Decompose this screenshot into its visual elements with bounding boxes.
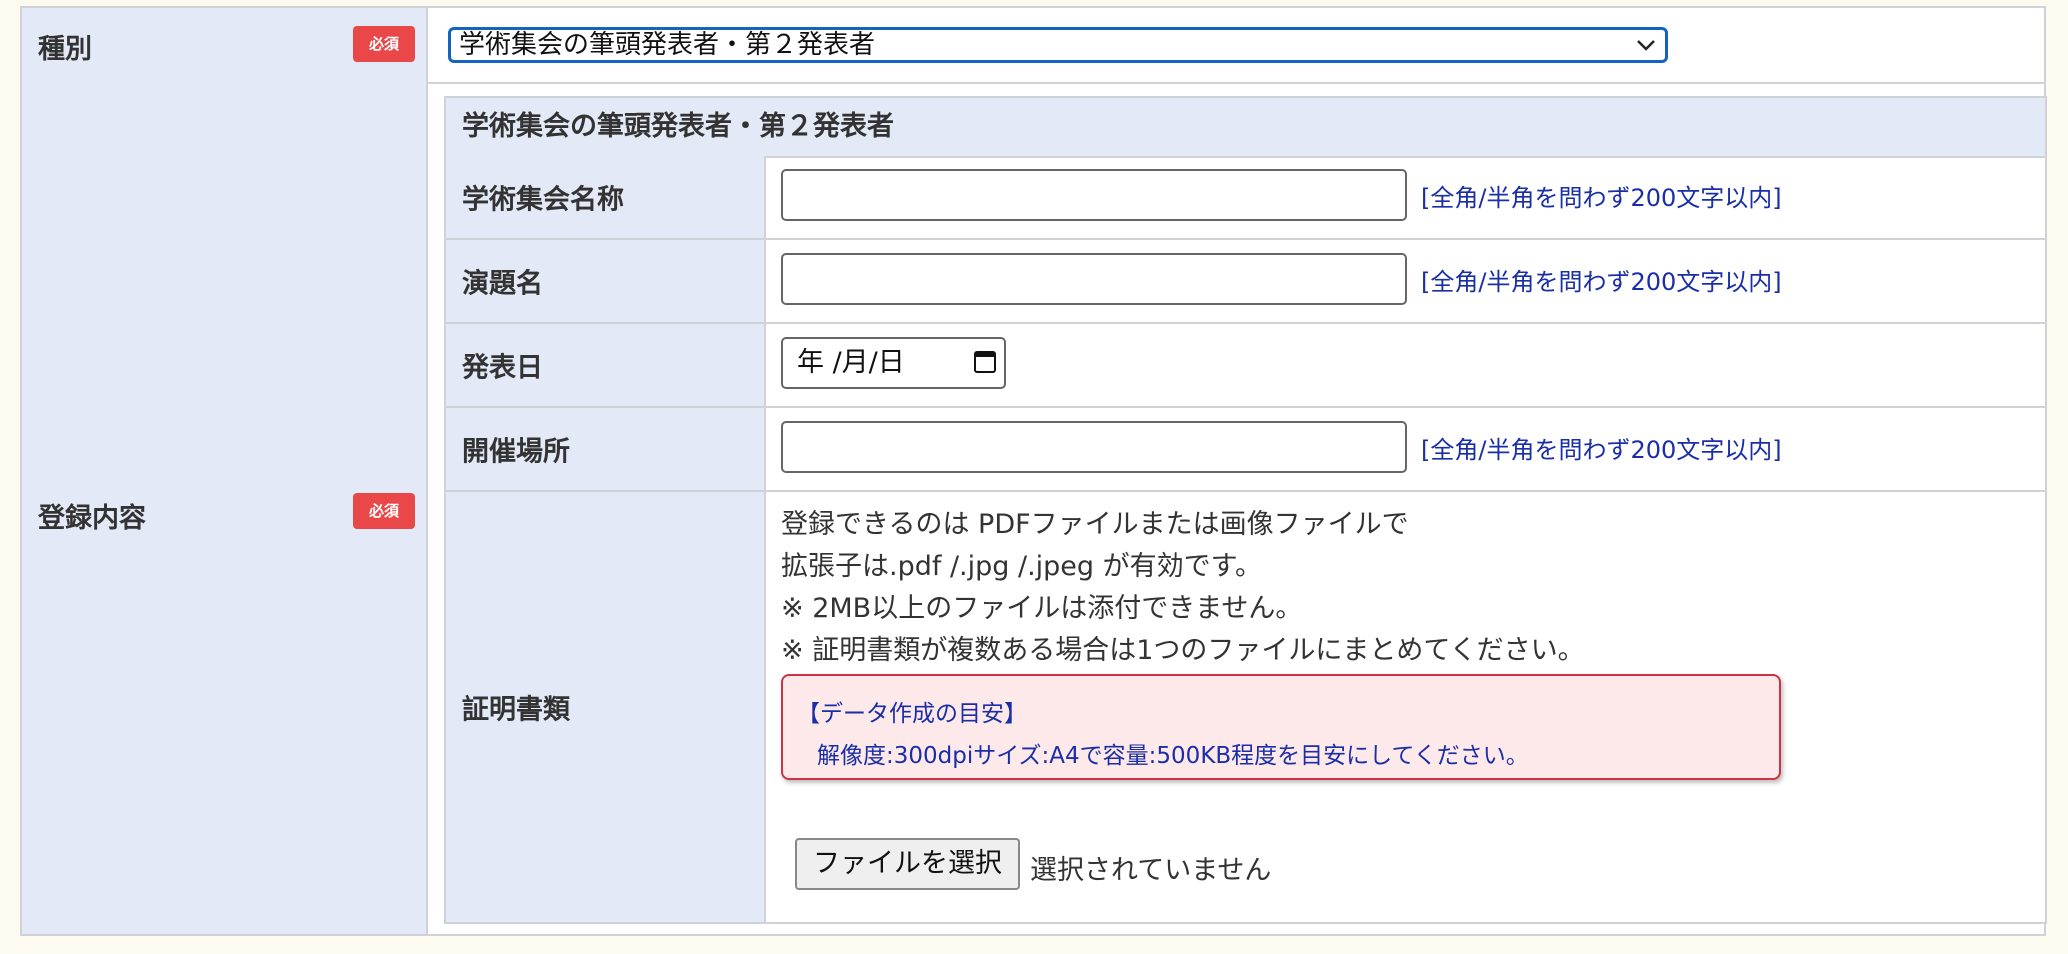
venue-row: 開催場所 [全角/半角を問わず200文字以内] [446, 408, 2045, 492]
title-hint: [全角/半角を問わず200文字以内] [1421, 268, 1782, 296]
description-line: 拡張子は.pdf /.jpg /.jpeg が有効です。 [781, 551, 1262, 582]
meeting-name-input[interactable] [781, 169, 1407, 221]
date-label: 発表日 [446, 324, 766, 406]
certificate-description: 登録できるのは PDFファイルまたは画像ファイルで 拡張子は.pdf /.jpg… [781, 504, 1585, 672]
section-title: 学術集会の筆頭発表者・第２発表者 [446, 98, 2045, 158]
venue-hint: [全角/半角を問わず200文字以内] [1421, 436, 1782, 464]
certificate-row: 証明書類 登録できるのは PDFファイルまたは画像ファイルで 拡張子は.pdf … [446, 492, 2045, 922]
certificate-label: 証明書類 [446, 492, 766, 922]
meeting-name-label: 学術集会名称 [446, 156, 766, 238]
type-label: 種別 [38, 34, 92, 65]
title-input[interactable] [781, 253, 1407, 305]
description-line: ※ 2MB以上のファイルは添付できません。 [781, 593, 1303, 624]
title-label: 演題名 [446, 240, 766, 322]
meeting-name-label-text: 学術集会名称 [462, 184, 624, 216]
content-table: 学術集会の筆頭発表者・第２発表者 学術集会名称 [全角/半角を問わず200文字以… [444, 96, 2047, 924]
type-select-value: 学術集会の筆頭発表者・第２発表者 [459, 30, 876, 60]
content-row: 登録内容 必須 学術集会の筆頭発表者・第２発表者 学術集会名称 [全角/半角を問… [22, 82, 2047, 934]
venue-input[interactable] [781, 421, 1407, 473]
title-label-text: 演題名 [462, 268, 543, 300]
file-status: 選択されていません [1030, 855, 1272, 886]
date-input[interactable]: 年 /月/日 [781, 337, 1006, 389]
calendar-icon[interactable] [974, 351, 996, 373]
required-badge: 必須 [353, 26, 415, 62]
required-badge: 必須 [353, 493, 415, 529]
type-label-cell: 種別 必須 [22, 8, 428, 82]
date-row: 発表日 年 /月/日 [446, 324, 2045, 408]
chevron-down-icon [1635, 30, 1657, 69]
certificate-label-text: 証明書類 [462, 694, 570, 726]
type-row: 種別 必須 学術集会の筆頭発表者・第２発表者 [22, 8, 2044, 84]
date-placeholder: 年 /月/日 [797, 347, 905, 378]
description-line: ※ 証明書類が複数ある場合は1つのファイルにまとめてください。 [781, 635, 1585, 666]
meeting-name-hint: [全角/半角を問わず200文字以内] [1421, 184, 1782, 212]
title-row: 演題名 [全角/半角を問わず200文字以内] [446, 240, 2045, 324]
venue-label: 開催場所 [446, 408, 766, 490]
venue-label-text: 開催場所 [462, 436, 570, 468]
description-line: 登録できるのは PDFファイルまたは画像ファイルで [781, 509, 1409, 540]
meeting-name-row: 学術集会名称 [全角/半角を問わず200文字以内] [446, 156, 2045, 240]
type-select[interactable]: 学術集会の筆頭発表者・第２発表者 [448, 27, 1668, 63]
date-label-text: 発表日 [462, 352, 543, 384]
content-label: 登録内容 [38, 503, 146, 534]
content-label-cell: 登録内容 必須 [22, 82, 428, 934]
data-guideline-notice: 【データ作成の目安】 解像度:300dpiサイズ:A4で容量:500KB程度を目… [781, 674, 1781, 780]
registration-form: 種別 必須 学術集会の筆頭発表者・第２発表者 登録内容 必須 学術集会の筆頭発表… [20, 6, 2047, 936]
notice-body: 解像度:300dpiサイズ:A4で容量:500KB程度を目安にしてください。 [817, 743, 1529, 769]
choose-file-button[interactable]: ファイルを選択 [795, 838, 1020, 890]
notice-title: 【データ作成の目安】 [797, 701, 1027, 727]
